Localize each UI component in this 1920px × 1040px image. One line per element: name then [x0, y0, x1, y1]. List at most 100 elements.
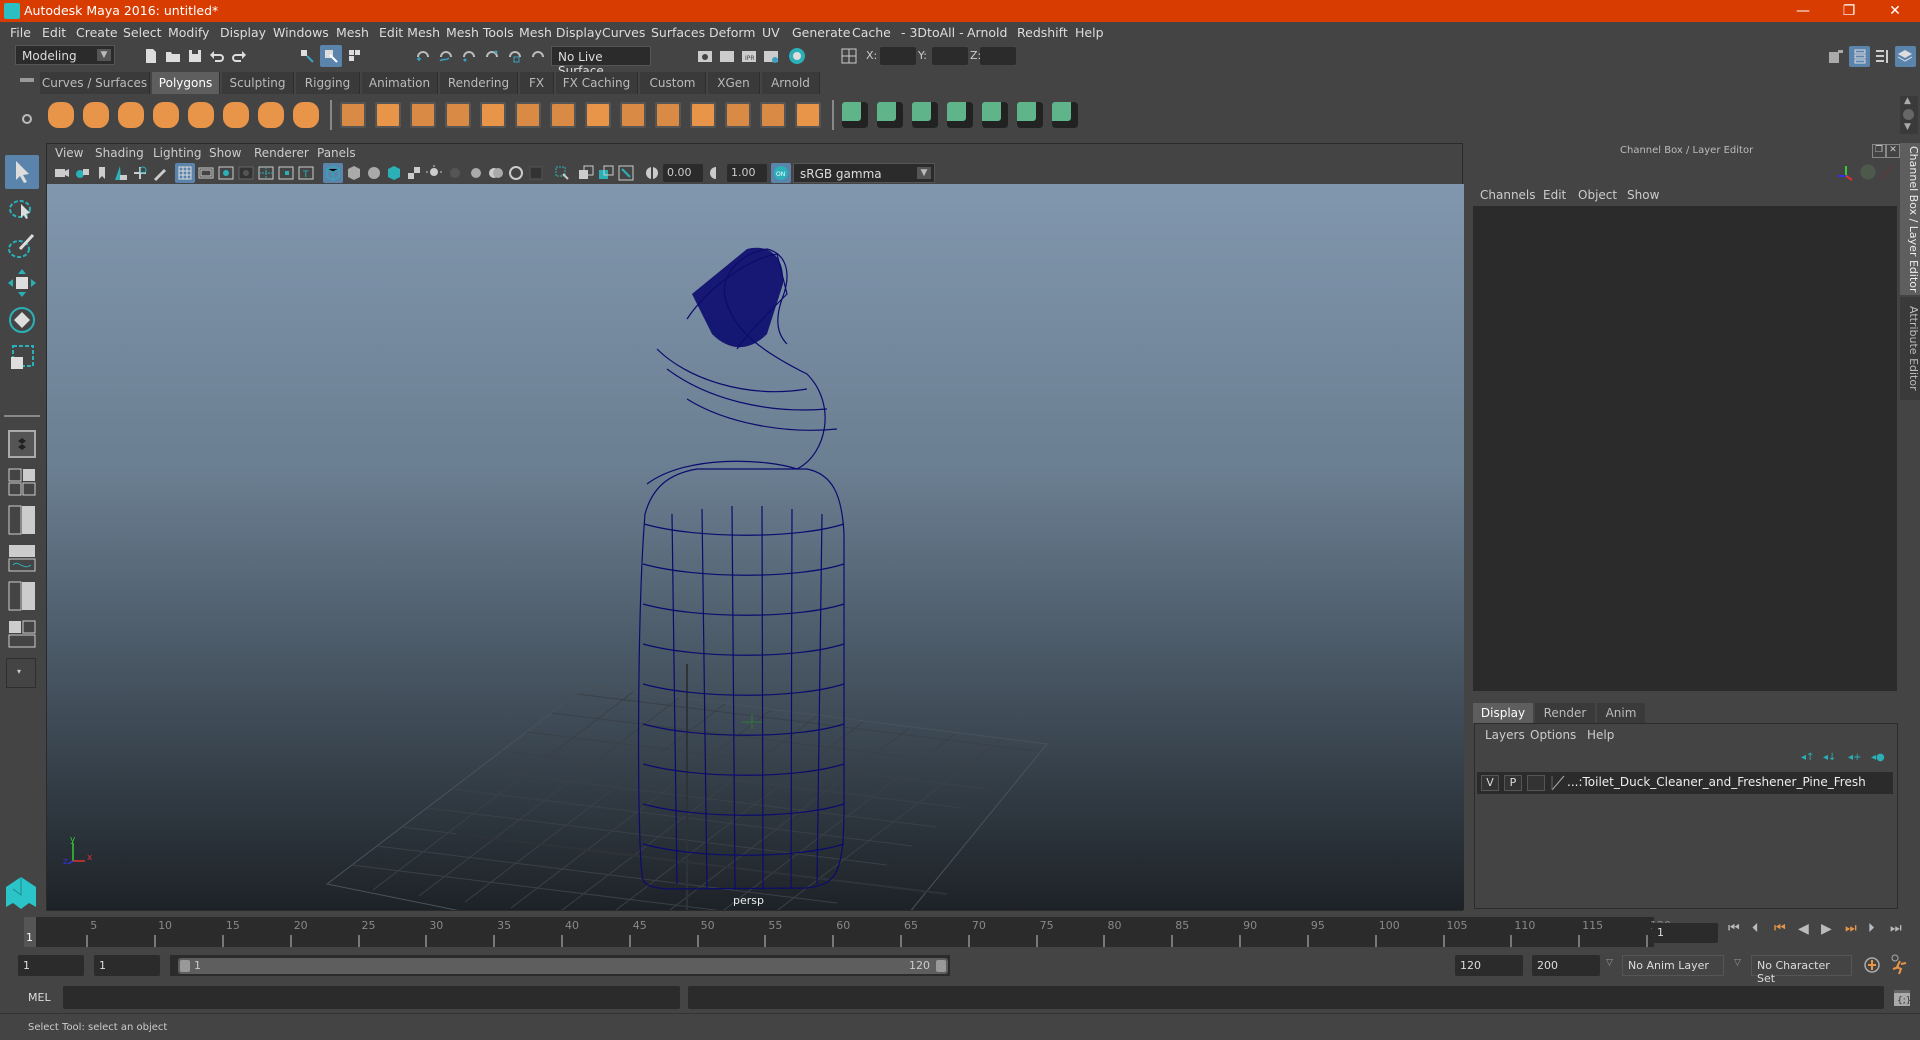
xray-icon[interactable] [577, 164, 595, 182]
film-gate-icon[interactable] [197, 164, 215, 182]
layer-menu-help[interactable]: Help [1587, 728, 1614, 742]
menu-surfaces[interactable]: Surfaces [651, 25, 705, 40]
view-transform-dropdown[interactable]: sRGB gamma ▼ [793, 163, 935, 183]
image-plane-icon[interactable] [111, 164, 129, 182]
menu-edit-mesh[interactable]: Edit Mesh [379, 25, 440, 40]
field-chart-icon[interactable] [257, 164, 275, 182]
shelf-tab-animation[interactable]: Animation [362, 72, 438, 94]
bridge-icon[interactable] [515, 102, 541, 128]
layer-playback-toggle[interactable]: P [1504, 775, 1522, 791]
undo-icon[interactable] [208, 47, 226, 65]
uv-spherical-icon[interactable] [912, 102, 938, 128]
side-tab-channel-box[interactable]: Channel Box / Layer Editor [1900, 143, 1920, 295]
step-back-key-button[interactable]: ⏮ [1774, 921, 1786, 936]
screen-space-ao-icon[interactable] [467, 164, 485, 182]
menu-curves[interactable]: Curves [602, 25, 645, 40]
chevron-down-icon[interactable]: ▽ [1734, 958, 1741, 968]
move-tool-button[interactable] [5, 266, 39, 300]
grid-toggle-button[interactable] [175, 163, 195, 183]
maya-home-logo[interactable] [4, 875, 38, 909]
snap-to-point-icon[interactable] [460, 47, 478, 65]
select-by-component-type-icon[interactable] [346, 47, 364, 65]
shelf-options-icon[interactable] [1903, 109, 1914, 120]
exposure-field[interactable]: 0.00 [663, 164, 703, 182]
rotate-tool-button[interactable] [5, 303, 39, 337]
xray-joints-icon[interactable] [617, 164, 635, 182]
smooth-icon[interactable] [445, 102, 471, 128]
shelf-tab-rigging[interactable]: Rigging [296, 72, 360, 94]
snap-to-projected-center-icon[interactable] [483, 47, 501, 65]
vp-menu-show[interactable]: Show [209, 146, 241, 160]
step-forward-frame-button[interactable]: ⏵ [1868, 921, 1875, 936]
menu-deform[interactable]: Deform [709, 25, 755, 40]
motion-blur-icon[interactable] [487, 164, 505, 182]
combine-icon[interactable] [340, 102, 366, 128]
snap-to-grid-icon[interactable] [414, 47, 432, 65]
layer-tab-render[interactable]: Render [1535, 703, 1595, 723]
animation-start-field[interactable]: 1 [18, 955, 84, 976]
scale-tool-button[interactable] [5, 340, 39, 374]
four-view-layout-button[interactable] [8, 468, 36, 496]
viewport-canvas[interactable]: y x z persp [47, 184, 1464, 910]
current-frame-field[interactable]: 1 [1652, 923, 1718, 943]
bevel-icon[interactable] [585, 102, 611, 128]
layer-tab-anim[interactable]: Anim [1597, 703, 1645, 723]
menu-edit[interactable]: Edit [42, 25, 66, 40]
attribute-editor-toggle[interactable] [1849, 46, 1870, 67]
character-set-dropdown[interactable]: No Character Set [1751, 955, 1852, 985]
wireframe-toggle-button[interactable] [323, 163, 343, 183]
live-surface-field[interactable]: No Live Surface [551, 46, 651, 78]
scroll-down-icon[interactable]: ▼ [1904, 122, 1911, 132]
layer-menu-options[interactable]: Options [1530, 728, 1576, 742]
gamma-icon[interactable] [707, 164, 725, 182]
vp-menu-panels[interactable]: Panels [317, 146, 356, 160]
shelf-tab-fx-caching[interactable]: FX Caching [556, 72, 638, 94]
scroll-up-icon[interactable]: ▲ [1904, 96, 1911, 106]
minimize-button[interactable]: — [1780, 0, 1826, 22]
poly-pipe-icon[interactable] [293, 102, 319, 128]
menu-file[interactable]: File [10, 25, 31, 40]
multi-cut-icon[interactable] [550, 102, 576, 128]
x-field[interactable] [880, 47, 916, 65]
menu-display[interactable]: Display [220, 25, 266, 40]
play-backwards-button[interactable]: ◀ [1798, 921, 1809, 937]
quad-draw-icon[interactable] [690, 102, 716, 128]
isolate-select-icon[interactable] [553, 164, 571, 182]
shelf-menu-icon[interactable] [20, 78, 34, 82]
poly-torus-icon[interactable] [223, 102, 249, 128]
animation-end-field[interactable]: 200 [1532, 955, 1600, 976]
paint-select-tool-button[interactable] [5, 229, 39, 263]
hypershade-persp-layout-button[interactable] [8, 581, 36, 611]
exposure-icon[interactable] [643, 164, 661, 182]
merge-icon[interactable] [620, 102, 646, 128]
layer-tab-display[interactable]: Display [1473, 703, 1533, 723]
render-current-frame-icon[interactable] [718, 47, 736, 65]
menu-help[interactable]: Help [1075, 25, 1104, 40]
poly-cube-icon[interactable] [83, 102, 109, 128]
vp-menu-renderer[interactable]: Renderer [254, 146, 309, 160]
render-view-icon[interactable] [696, 47, 714, 65]
step-forward-key-button[interactable]: ⏭ [1845, 921, 1857, 936]
vp-menu-view[interactable]: View [55, 146, 83, 160]
menu-modify[interactable]: Modify [168, 25, 209, 40]
hypershade-icon[interactable] [788, 47, 806, 65]
time-ruler[interactable]: 5 10 15 20 25 30 35 40 45 50 55 60 65 70 75 80 85 90 95 100… [24, 917, 1671, 947]
range-slider-track[interactable]: 1 120 [170, 955, 950, 976]
uv-automatic-icon[interactable] [947, 102, 973, 128]
layer-display-type-toggle[interactable] [1527, 775, 1545, 791]
uv-cylindrical-icon[interactable] [877, 102, 903, 128]
script-editor-icon[interactable]: {;} [1892, 988, 1912, 1008]
menu-3dtoall[interactable]: - 3DtoAll - [901, 25, 964, 40]
close-button[interactable]: ✕ [1872, 0, 1918, 22]
grease-pencil-icon[interactable] [151, 164, 169, 182]
color-management-toggle[interactable]: ON [771, 163, 791, 183]
shelf-tab-rendering[interactable]: Rendering [440, 72, 518, 94]
shelf-tab-fx[interactable]: FX [520, 72, 554, 94]
menu-create[interactable]: Create [76, 25, 118, 40]
tool-settings-icon[interactable] [1873, 47, 1891, 65]
persp-graph-layout-button[interactable] [8, 544, 36, 572]
layout-more-button[interactable]: ▾ [6, 658, 36, 688]
shelf-tab-custom[interactable]: Custom [640, 72, 706, 94]
ipr-render-icon[interactable]: IPR [740, 47, 758, 65]
new-scene-icon[interactable] [142, 47, 160, 65]
